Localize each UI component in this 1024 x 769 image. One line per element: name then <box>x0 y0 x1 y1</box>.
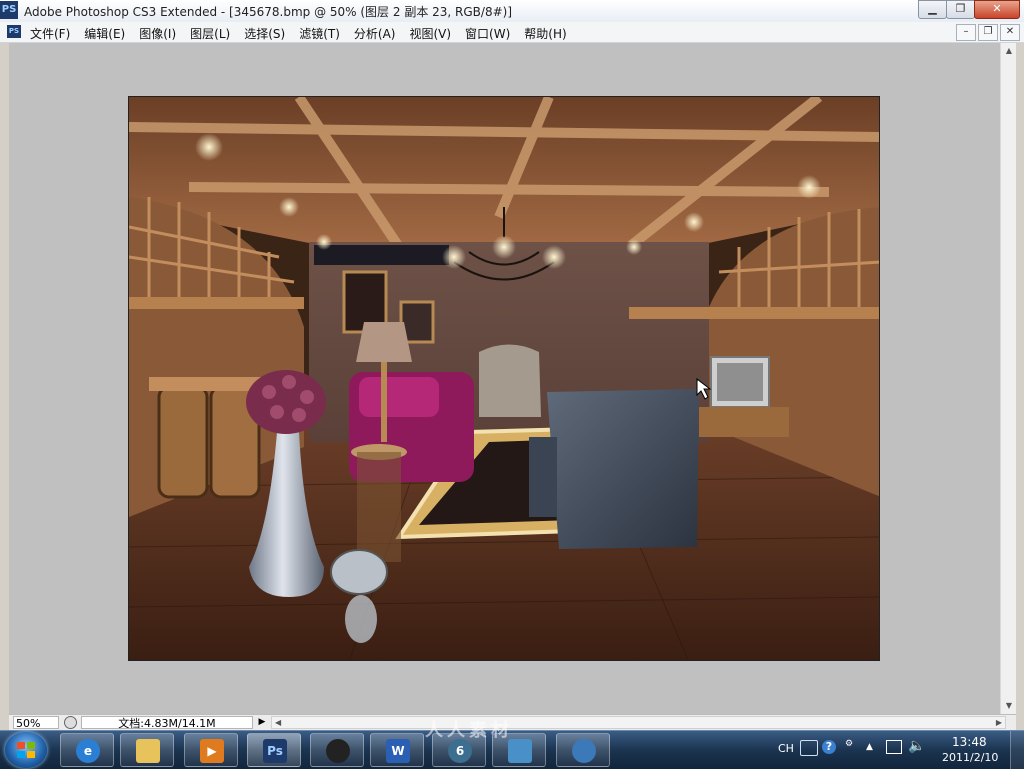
window-controls: ▁ ❐ ✕ <box>918 0 1020 19</box>
menu-filter[interactable]: 滤镜(T) <box>299 24 347 42</box>
language-indicator[interactable]: CH <box>778 742 794 755</box>
vertical-scrollbar[interactable]: ▲ ▼ <box>1000 43 1017 714</box>
scroll-up-arrow-icon[interactable]: ▲ <box>1003 45 1015 57</box>
menu-select[interactable]: 选择(S) <box>244 24 292 42</box>
app-6-icon: 6 <box>448 739 472 763</box>
word-icon: W <box>386 739 410 763</box>
title-bar: PS Adobe Photoshop CS3 Extended - [34567… <box>0 0 1024 23</box>
show-hidden-icons-icon[interactable]: ▲ <box>866 742 873 752</box>
status-menu-arrow-icon[interactable]: ▶ <box>257 716 267 729</box>
menu-edit[interactable]: 编辑(E) <box>84 24 132 42</box>
menu-bar: PS 文件(F) 编辑(E) 图像(I) 图层(L) 选择(S) 滤镜(T) 分… <box>0 22 1024 43</box>
folder-icon <box>136 739 160 763</box>
taskbar-photoshop[interactable]: Ps <box>247 733 301 767</box>
share-app-icon <box>572 739 596 763</box>
menu-layer[interactable]: 图层(L) <box>190 24 237 42</box>
document-window-controls: – ❐ ✕ <box>954 24 1020 41</box>
window-title: Adobe Photoshop CS3 Extended - [345678.b… <box>24 5 512 19</box>
document-close-button[interactable]: ✕ <box>1000 24 1020 41</box>
wine-cellar-render <box>129 97 879 660</box>
taskbar-internet-explorer[interactable]: e <box>60 733 114 767</box>
menu-help[interactable]: 帮助(H) <box>524 24 573 42</box>
image-viewer-icon <box>508 739 532 763</box>
keyboard-icon[interactable] <box>800 740 818 756</box>
show-desktop-button[interactable] <box>1010 731 1024 769</box>
document-restore-button[interactable]: ❐ <box>978 24 998 41</box>
document-size-info: 文档:4.83M/14.1M <box>81 716 253 730</box>
taskbar-share-app[interactable] <box>556 733 610 767</box>
menu-items: 文件(F) 编辑(E) 图像(I) 图层(L) 选择(S) 滤镜(T) 分析(A… <box>30 24 581 42</box>
horizontal-scrollbar[interactable]: ◀ ▶ <box>271 716 1006 729</box>
menu-window[interactable]: 窗口(W) <box>465 24 517 42</box>
scroll-down-arrow-icon[interactable]: ▼ <box>1003 700 1015 712</box>
right-frame <box>1016 43 1024 714</box>
taskbar-qq[interactable] <box>310 733 364 767</box>
internet-explorer-icon: e <box>76 739 100 763</box>
clock-time[interactable]: 13:48 <box>952 735 987 749</box>
start-button[interactable] <box>5 732 47 768</box>
volume-icon[interactable]: 🔈 <box>908 738 925 754</box>
taskbar-file-explorer[interactable] <box>120 733 174 767</box>
status-info-icon[interactable] <box>64 716 77 729</box>
photoshop-icon: Ps <box>263 739 287 763</box>
document-icon[interactable]: PS <box>7 25 21 38</box>
restore-button[interactable]: ❐ <box>946 0 975 19</box>
close-button[interactable]: ✕ <box>974 0 1020 19</box>
watermark: 人人素材 <box>425 720 513 741</box>
minimize-button[interactable]: ▁ <box>918 0 947 19</box>
document-minimize-button[interactable]: – <box>956 24 976 41</box>
tray-options-icon[interactable]: ⚙ <box>845 739 853 749</box>
taskbar-word[interactable]: W <box>370 733 424 767</box>
menu-analysis[interactable]: 分析(A) <box>354 24 403 42</box>
menu-view[interactable]: 视图(V) <box>409 24 458 42</box>
clock-date[interactable]: 2011/2/10 <box>942 751 998 764</box>
taskbar-media-player[interactable]: ▶ <box>184 733 238 767</box>
qq-penguin-icon <box>326 739 350 763</box>
help-icon[interactable]: ? <box>822 740 836 754</box>
scroll-left-arrow-icon[interactable]: ◀ <box>275 717 281 728</box>
network-icon[interactable] <box>886 740 902 754</box>
menu-file[interactable]: 文件(F) <box>30 24 77 42</box>
menu-image[interactable]: 图像(I) <box>139 24 183 42</box>
photoshop-app-icon[interactable]: PS <box>0 1 18 19</box>
image-canvas[interactable] <box>128 96 880 661</box>
windows-logo-icon <box>17 742 35 758</box>
media-player-icon: ▶ <box>200 739 224 763</box>
scroll-right-arrow-icon[interactable]: ▶ <box>996 717 1002 728</box>
zoom-field[interactable]: 50% <box>13 716 59 730</box>
